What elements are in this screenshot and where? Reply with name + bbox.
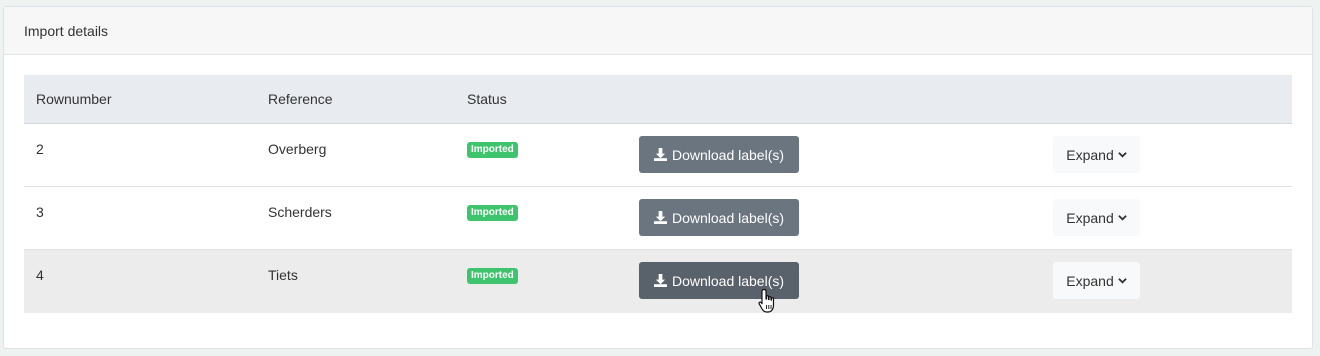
column-header-rownumber: Rownumber: [36, 91, 112, 107]
download-icon: [653, 211, 667, 224]
card-header: Import details: [4, 7, 1312, 55]
download-icon: [653, 274, 667, 287]
rownumber-cell: 2: [36, 141, 44, 157]
chevron-down-icon: [1117, 215, 1127, 221]
import-details-card: Import details Rownumber Reference Statu…: [3, 6, 1313, 349]
table-header-row: Rownumber Reference Status: [24, 75, 1292, 124]
reference-cell: Tiets: [268, 267, 298, 283]
download-button-label: Download label(s): [671, 272, 785, 289]
download-button-label: Download label(s): [671, 209, 785, 226]
rownumber-cell: 4: [36, 267, 44, 283]
table-row: 4 Tiets Imported Download label(s) Expan…: [24, 250, 1292, 313]
reference-cell: Scherders: [268, 204, 332, 220]
download-labels-button[interactable]: Download label(s): [639, 199, 799, 236]
chevron-down-icon: [1117, 278, 1127, 284]
table-row: 2 Overberg Imported Download label(s) Ex…: [24, 124, 1292, 187]
expand-button[interactable]: Expand: [1053, 262, 1140, 299]
status-badge: Imported: [467, 268, 518, 284]
column-header-reference: Reference: [268, 91, 333, 107]
download-labels-button[interactable]: Download label(s): [639, 136, 799, 173]
reference-cell: Overberg: [268, 141, 327, 157]
expand-button[interactable]: Expand: [1053, 199, 1140, 236]
card-title: Import details: [24, 22, 109, 39]
column-header-status: Status: [467, 91, 507, 107]
hand-pointer-cursor: [758, 288, 775, 313]
import-table: Rownumber Reference Status 2 Overberg Im…: [24, 75, 1292, 313]
rownumber-cell: 3: [36, 204, 44, 220]
status-badge: Imported: [467, 142, 518, 158]
expand-button[interactable]: Expand: [1053, 136, 1140, 173]
table-row: 3 Scherders Imported Download label(s) E…: [24, 187, 1292, 250]
chevron-down-icon: [1117, 152, 1127, 158]
expand-button-label: Expand: [1066, 146, 1114, 163]
expand-button-label: Expand: [1066, 209, 1114, 226]
download-icon: [653, 148, 667, 161]
status-badge: Imported: [467, 205, 518, 221]
expand-button-label: Expand: [1066, 272, 1114, 289]
download-button-label: Download label(s): [671, 146, 785, 163]
